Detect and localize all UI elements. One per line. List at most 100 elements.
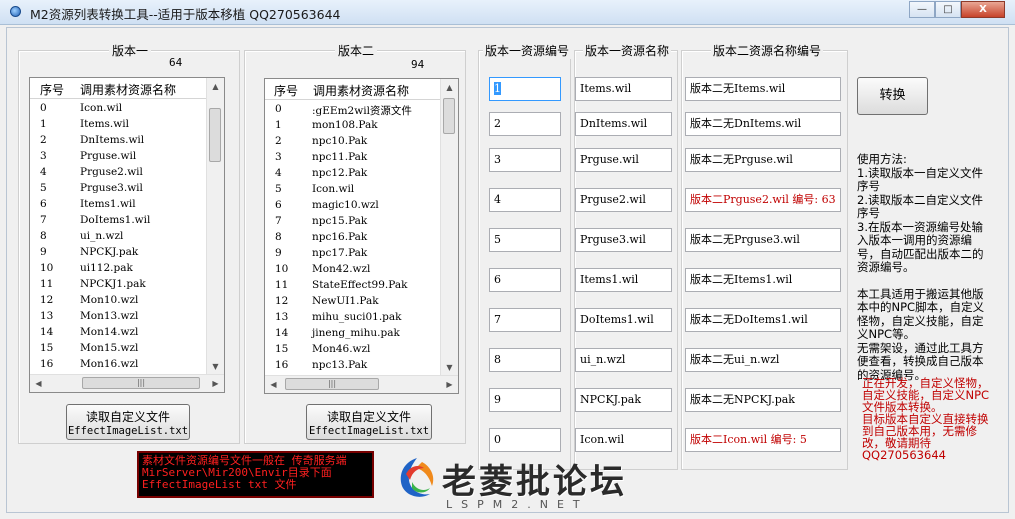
note-line: QQ270563644 xyxy=(862,448,946,462)
list-item[interactable]: 7 npc15.Pak xyxy=(265,214,441,230)
list-item[interactable]: 4 npc12.Pak xyxy=(265,166,441,182)
scroll-down-arrow-icon[interactable]: ▼ xyxy=(441,359,458,376)
list-item-index: 3 xyxy=(275,151,282,163)
version1-resource-name-field[interactable]: Prguse2.wil xyxy=(575,188,672,212)
list-item[interactable]: 3 Prguse.wil xyxy=(30,149,207,165)
list-item[interactable]: 14 jineng_mihu.pak xyxy=(265,326,441,342)
resource-id-value: 9 xyxy=(494,393,501,406)
version2-vertical-scrollbar[interactable]: ▲ ▼ xyxy=(440,79,458,376)
maximize-button[interactable]: □ xyxy=(935,1,961,18)
list-item[interactable]: 7 DoItems1.wil xyxy=(30,213,207,229)
version1-resource-id-input[interactable]: 6 xyxy=(489,268,561,292)
version1-resource-name-field[interactable]: Prguse3.wil xyxy=(575,228,672,252)
scroll-right-arrow-icon[interactable]: ▶ xyxy=(207,375,224,392)
version2-result-field[interactable]: 版本二无ui_n.wzl xyxy=(685,348,841,372)
list-item[interactable]: 3 npc11.Pak xyxy=(265,150,441,166)
list-item[interactable]: 11 NPCKJ1.pak xyxy=(30,277,207,293)
convert-button[interactable]: 转换 xyxy=(857,77,928,115)
list-item[interactable]: 15 Mon15.wzl xyxy=(30,341,207,357)
list-item[interactable]: 5 Icon.wil xyxy=(265,182,441,198)
scroll-thumb-horizontal[interactable]: ||| xyxy=(82,377,200,389)
minimize-button[interactable]: — xyxy=(909,1,935,18)
version1-resource-id-input[interactable]: 8 xyxy=(489,348,561,372)
version2-list[interactable]: 序号 调用素材资源名称 0:gEEm2wil资源文件 1 mon108.Pak 2 np… xyxy=(264,78,459,394)
list-item[interactable]: 1 mon108.Pak xyxy=(265,118,441,134)
version2-load-button-filename: EffectImageList.txt xyxy=(308,425,430,437)
list-item[interactable]: 13 Mon13.wzl xyxy=(30,309,207,325)
version1-resource-id-input[interactable]: 4 xyxy=(489,188,561,212)
forum-logo-icon xyxy=(400,458,434,497)
scroll-left-arrow-icon[interactable]: ◀ xyxy=(30,375,47,392)
list-item[interactable]: 12 NewUI1.Pak xyxy=(265,294,441,310)
version1-list[interactable]: 序号 调用素材资源名称 0 Icon.wil 1 Items.wil 2 DnItems.… xyxy=(29,77,225,393)
list-item[interactable]: 16 Mon16.wzl xyxy=(30,357,207,373)
version1-resource-id-input[interactable]: 9 xyxy=(489,388,561,412)
scroll-up-arrow-icon[interactable]: ▲ xyxy=(207,78,224,95)
list-item[interactable]: 5 Prguse3.wil xyxy=(30,181,207,197)
version1-resource-name-field[interactable]: DnItems.wil xyxy=(575,112,672,136)
version2-result-field[interactable]: 版本二无Prguse.wil xyxy=(685,148,841,172)
scroll-up-arrow-icon[interactable]: ▲ xyxy=(441,79,458,96)
version2-result-field[interactable]: 版本二无NPCKJ.pak xyxy=(685,388,841,412)
list-item[interactable]: 9 NPCKJ.pak xyxy=(30,245,207,261)
version1-resource-id-input[interactable]: 7 xyxy=(489,308,561,332)
version1-resource-name-field[interactable]: DoItems1.wil xyxy=(575,308,672,332)
version2-result-field[interactable]: 版本二Prguse2.wil 编号: 63 xyxy=(685,188,841,212)
close-button[interactable]: X xyxy=(961,1,1005,18)
list-item[interactable]: 2 npc10.Pak xyxy=(265,134,441,150)
list-item[interactable]: 16 npc13.Pak xyxy=(265,358,441,374)
scroll-thumb[interactable] xyxy=(209,108,221,162)
version2-horizontal-scrollbar[interactable]: ◀ ||| ▶ xyxy=(265,375,458,393)
list-item[interactable]: 6 Items1.wil xyxy=(30,197,207,213)
version1-resource-name-field[interactable]: NPCKJ.pak xyxy=(575,388,672,412)
version1-resource-id-input[interactable]: 2 xyxy=(489,112,561,136)
list-item-index: 12 xyxy=(275,295,289,307)
version2-result-field[interactable]: 版本二无Prguse3.wil xyxy=(685,228,841,252)
scroll-thumb[interactable] xyxy=(443,98,455,134)
scroll-down-arrow-icon[interactable]: ▼ xyxy=(207,358,224,375)
scroll-thumb-horizontal[interactable]: ||| xyxy=(285,378,379,390)
version1-resource-id-input[interactable]: 0 xyxy=(489,428,561,452)
list-item[interactable]: 2 DnItems.wil xyxy=(30,133,207,149)
version2-result-field[interactable]: 版本二无Items.wil xyxy=(685,77,841,101)
list-item[interactable]: 9 npc17.Pak xyxy=(265,246,441,262)
version2-result-field[interactable]: 版本二无DnItems.wil xyxy=(685,112,841,136)
list-item-index: 8 xyxy=(275,231,282,243)
instruction-line: 使用方法: xyxy=(857,152,907,166)
list-item[interactable]: 6 magic10.wzl xyxy=(265,198,441,214)
mapping-col2-title: 版本一资源名称 xyxy=(583,42,672,59)
version1-resource-name-field[interactable]: ui_n.wzl xyxy=(575,348,672,372)
list-item[interactable]: 4 Prguse2.wil xyxy=(30,165,207,181)
version1-resource-name-field[interactable]: Items.wil xyxy=(575,77,672,101)
list-item-name: Mon14.wzl xyxy=(80,326,139,338)
version2-result-field[interactable]: 版本二Icon.wil 编号: 5 xyxy=(685,428,841,452)
list-item[interactable]: 0:gEEm2wil资源文件 xyxy=(265,102,441,118)
resource-id-value: 0 xyxy=(494,433,501,446)
list-item[interactable]: 1 Items.wil xyxy=(30,117,207,133)
list-item[interactable]: 10 ui112.pak xyxy=(30,261,207,277)
watermark-subtext: LSPM2.NET xyxy=(446,498,589,511)
version1-resource-id-input[interactable]: 3 xyxy=(489,148,561,172)
version1-horizontal-scrollbar[interactable]: ◀ ||| ▶ xyxy=(30,374,224,392)
version1-resource-name-field[interactable]: Items1.wil xyxy=(575,268,672,292)
list-item[interactable]: 8 ui_n.wzl xyxy=(30,229,207,245)
list-item[interactable]: 11 StateEffect99.Pak xyxy=(265,278,441,294)
version1-resource-id-input[interactable]: 1 xyxy=(489,77,561,101)
version2-result-field[interactable]: 版本二无Items1.wil xyxy=(685,268,841,292)
list-item[interactable]: 14 Mon14.wzl xyxy=(30,325,207,341)
list-item[interactable]: 10 Mon42.wzl xyxy=(265,262,441,278)
version1-resource-id-input[interactable]: 5 xyxy=(489,228,561,252)
version2-result-field[interactable]: 版本二无DoItems1.wil xyxy=(685,308,841,332)
list-item[interactable]: 0 Icon.wil xyxy=(30,101,207,117)
scroll-right-arrow-icon[interactable]: ▶ xyxy=(441,376,458,393)
list-item[interactable]: 13 mihu_suci01.pak xyxy=(265,310,441,326)
version1-resource-name-field[interactable]: Icon.wil xyxy=(575,428,672,452)
list-item[interactable]: 12 Mon10.wzl xyxy=(30,293,207,309)
version1-resource-name-field[interactable]: Prguse.wil xyxy=(575,148,672,172)
list-item[interactable]: 8 npc16.Pak xyxy=(265,230,441,246)
version1-vertical-scrollbar[interactable]: ▲ ▼ xyxy=(206,78,224,375)
list-item[interactable]: 15 Mon46.wzl xyxy=(265,342,441,358)
version1-load-button[interactable]: 读取自定义文件 EffectImageList.txt xyxy=(66,404,190,440)
version2-load-button[interactable]: 读取自定义文件 EffectImageList.txt xyxy=(306,404,432,440)
scroll-left-arrow-icon[interactable]: ◀ xyxy=(265,376,282,393)
